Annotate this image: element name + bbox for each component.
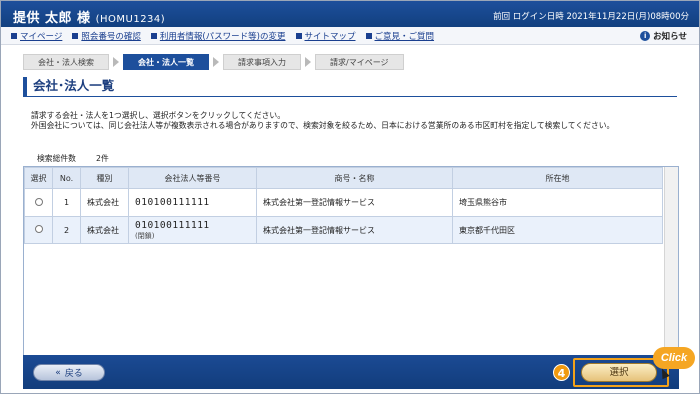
row-no: 1	[52, 188, 81, 217]
nav-link-sitemap[interactable]: サイトマップ	[295, 30, 356, 42]
nav-link-mypage[interactable]: マイページ	[11, 30, 62, 42]
table-header-row: 選択 No. 種別 会社法人等番号 商号・名称 所在地	[24, 167, 663, 189]
header-bar: 提供 太郎 様 (HOMU1234) 前回 ログイン日時 2021年11月22日…	[1, 1, 699, 27]
progress-steps: 会社・法人検索 会社・法人一覧 請求事項入力 請求/マイページ	[23, 54, 404, 70]
double-chevron-left-icon: «	[55, 367, 61, 378]
footer-bar: « 戻る 選択	[23, 355, 679, 389]
last-login-time: 前回 ログイン日時 2021年11月22日(月)08時00分	[493, 12, 689, 22]
instruction-line: 請求する会社・法人を1つ選択し、選択ボタンをクリックしてください。	[31, 111, 285, 120]
bullet-icon	[365, 33, 372, 39]
user-name-label: 提供 太郎 様	[13, 11, 91, 26]
search-count: 検索総件数 2件	[37, 153, 109, 164]
back-button-label: 戻る	[64, 369, 83, 379]
step-arrow-icon	[213, 57, 219, 67]
notice-link[interactable]: i お知らせ	[640, 30, 687, 42]
table-row[interactable]: 1 株式会社 010100111111 株式会社第一登記情報サービス 埼玉県熊谷…	[24, 188, 663, 217]
step-company-list: 会社・法人一覧	[123, 54, 209, 70]
select-radio[interactable]	[34, 197, 43, 206]
bullet-icon	[11, 33, 17, 39]
row-corp-number: 010100111111	[135, 219, 210, 231]
nav-link-reference-number[interactable]: 照会番号の確認	[72, 30, 141, 42]
back-button[interactable]: « 戻る	[33, 364, 105, 381]
click-callout: Click	[653, 347, 695, 369]
select-radio[interactable]	[34, 225, 43, 233]
row-closed-note: (閉鎖)	[135, 231, 155, 240]
row-type: 株式会社	[80, 188, 129, 217]
step-number-badge: 4	[553, 364, 570, 381]
instructions: 請求する会社・法人を1つ選択し、選択ボタンをクリックしてください。 外国会社につ…	[31, 111, 671, 130]
results-table-container: 選択 No. 種別 会社法人等番号 商号・名称 所在地 1 株式会社 01010…	[23, 166, 679, 356]
col-header-no: No.	[52, 167, 81, 189]
row-corp-number: 010100111111	[135, 197, 210, 208]
step-company-search: 会社・法人検索	[23, 54, 109, 70]
instruction-line: 外国会社については、同じ会社法人等が複数表示される場合がありますので、検索対象を…	[31, 120, 615, 130]
user-name: 提供 太郎 様 (HOMU1234)	[13, 7, 165, 26]
nav-bar: マイページ 照会番号の確認 利用者情報(パスワード等)の変更 サイトマップ ご意…	[1, 27, 699, 45]
col-header-corp-number: 会社法人等番号	[128, 167, 257, 189]
row-location: 東京都千代田区	[452, 216, 663, 244]
results-table: 選択 No. 種別 会社法人等番号 商号・名称 所在地 1 株式会社 01010…	[24, 167, 663, 244]
bullet-icon	[72, 33, 79, 39]
bullet-icon	[295, 33, 302, 39]
row-type: 株式会社	[80, 216, 129, 244]
step-arrow-icon	[305, 57, 311, 67]
row-no: 2	[52, 216, 81, 244]
table-row[interactable]: 2 株式会社 010100111111 (閉鎖) 株式会社第一登記情報サービス …	[24, 216, 663, 244]
nav-link-user-info[interactable]: 利用者情報(パスワード等)の変更	[150, 30, 286, 42]
table-scrollbar[interactable]	[664, 167, 678, 355]
select-button[interactable]: 選択	[581, 363, 657, 382]
row-location: 埼玉県熊谷市	[452, 188, 663, 217]
nav-link-feedback[interactable]: ご意見・ご質問	[365, 30, 434, 42]
notice-label: お知らせ	[653, 32, 687, 42]
step-request-input: 請求事項入力	[223, 54, 301, 70]
bullet-icon	[150, 33, 157, 39]
app-frame: 提供 太郎 様 (HOMU1234) 前回 ログイン日時 2021年11月22日…	[0, 0, 700, 394]
page-title: 会社･法人一覧	[23, 77, 677, 97]
col-header-select: 選択	[24, 167, 53, 189]
user-id: (HOMU1234)	[95, 14, 166, 25]
search-count-value: 2件	[95, 154, 109, 163]
col-header-location: 所在地	[452, 167, 663, 189]
col-header-name: 商号・名称	[256, 167, 453, 189]
row-name: 株式会社第一登記情報サービス	[256, 216, 453, 244]
search-count-label: 検索総件数	[37, 154, 76, 163]
step-arrow-icon	[113, 57, 119, 67]
row-name: 株式会社第一登記情報サービス	[256, 188, 453, 217]
step-request-mypage: 請求/マイページ	[315, 54, 404, 70]
info-icon: i	[640, 31, 651, 41]
col-header-type: 種別	[80, 167, 129, 189]
